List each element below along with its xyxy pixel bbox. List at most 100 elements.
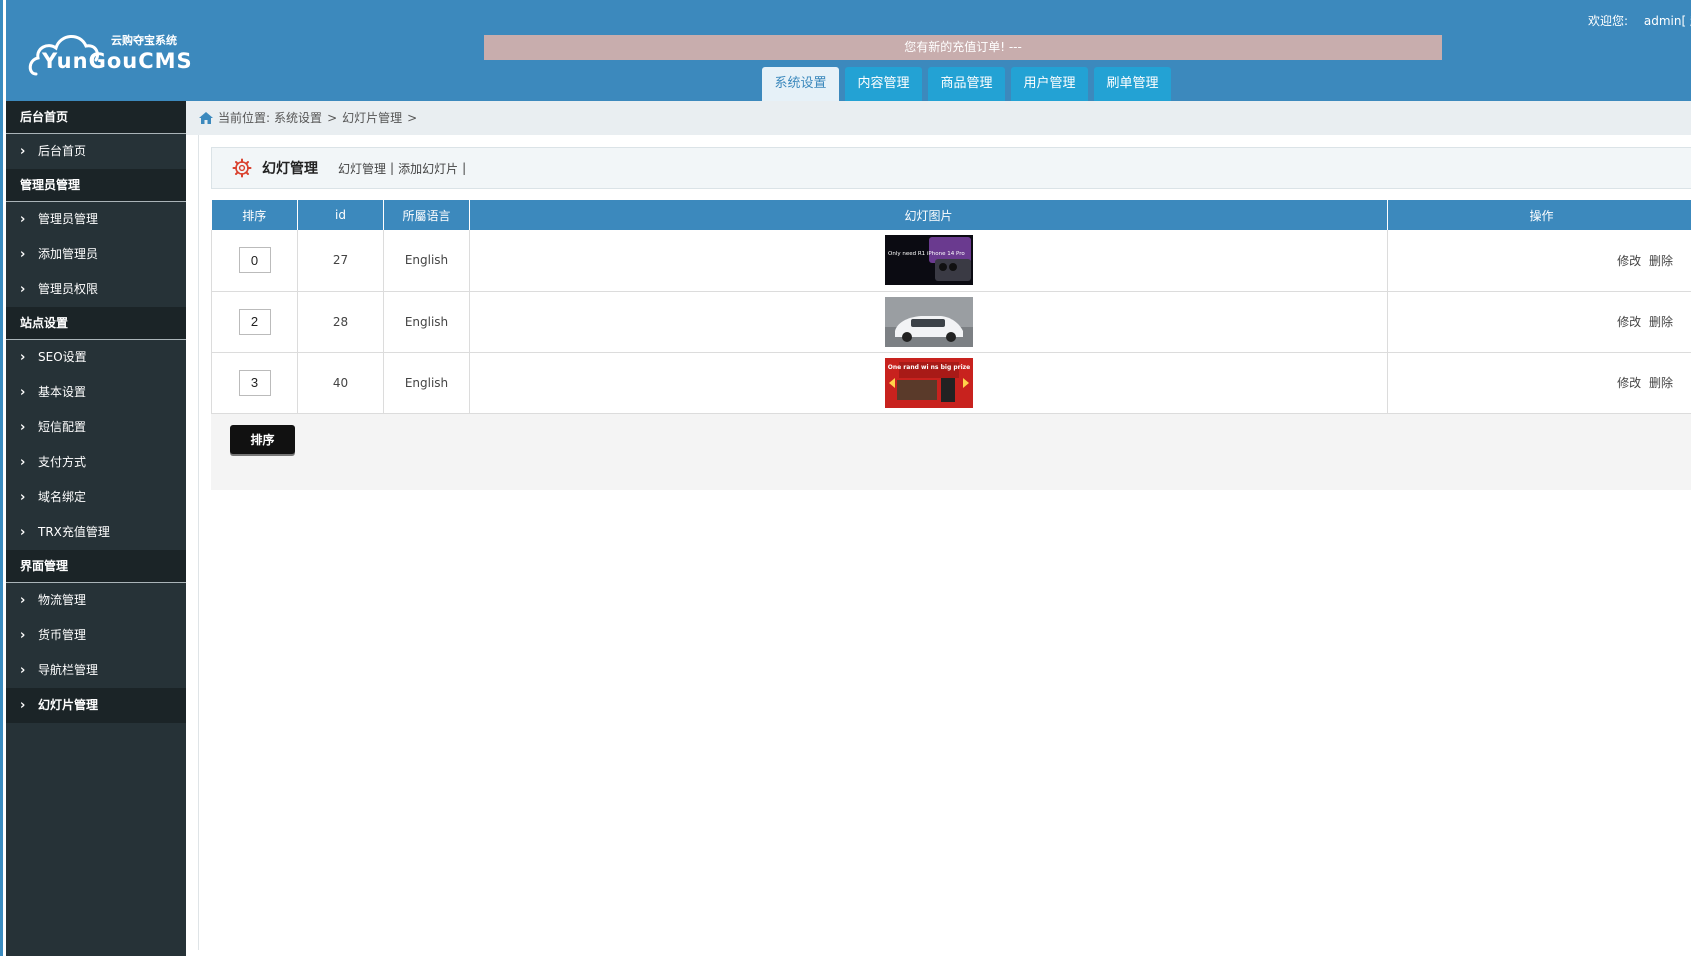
delete-link[interactable]: 删除 [1649, 315, 1673, 329]
cell-language: English [383, 352, 470, 414]
link-add-slide[interactable]: 添加幻灯片 [398, 160, 458, 177]
sidebar-group-interface[interactable]: 界面管理 [6, 550, 186, 583]
cell-order [211, 352, 298, 414]
order-input[interactable] [238, 369, 271, 396]
col-header-order: 排序 [211, 200, 298, 230]
cell-language: English [383, 291, 470, 353]
home-icon [199, 112, 213, 124]
sidebar-group-home[interactable]: 后台首页 [6, 101, 186, 134]
tab-content-management[interactable]: 内容管理 [845, 67, 922, 101]
breadcrumb: 当前位置: 系统设置 > 幻灯片管理 > [186, 101, 1691, 135]
sidebar-item-label: 后台首页 [38, 144, 87, 158]
sidebar-item-label: 支付方式 [38, 455, 87, 469]
sidebar-item-label: 幻灯片管理 [38, 698, 99, 712]
col-header-language: 所屬语言 [383, 200, 470, 230]
link-separator: | [390, 161, 395, 175]
sidebar-item-label: 管理员管理 [38, 212, 99, 226]
breadcrumb-separator: > [407, 111, 418, 125]
breadcrumb-prefix: 当前位置: [218, 111, 271, 125]
cell-id: 40 [297, 352, 384, 414]
logo[interactable]: 云购夺宝系统 YunGouCMS [28, 22, 198, 84]
logo-subtitle: 云购夺宝系统 [111, 34, 177, 47]
edit-link[interactable]: 修改 [1617, 315, 1641, 329]
edit-link[interactable]: 修改 [1617, 254, 1641, 268]
chevron-right-icon: › [20, 593, 26, 608]
sidebar-item-domain-binding[interactable]: › 域名绑定 [6, 480, 186, 515]
table-row: 28 English 修改 [211, 291, 1691, 353]
tab-order-brush-management[interactable]: 刷单管理 [1094, 67, 1171, 101]
chevron-right-icon: › [20, 247, 26, 262]
sidebar-item-admin-permissions[interactable]: › 管理员权限 [6, 272, 186, 307]
cell-actions: 修改 删除 [1387, 352, 1691, 414]
main-panel: 幻灯管理 幻灯管理 | 添加幻灯片 | 排序 id 所屬语言 幻灯图片 操作 0… [198, 135, 1691, 950]
chevron-right-icon: › [20, 385, 26, 400]
sidebar-item-label: 导航栏管理 [38, 663, 99, 677]
sidebar-item-trx-recharge[interactable]: › TRX充值管理 [6, 515, 186, 550]
chevron-right-icon: › [20, 144, 26, 159]
col-header-slide-image: 幻灯图片 [469, 200, 1388, 230]
link-slideshow-management[interactable]: 幻灯管理 [338, 160, 386, 177]
sidebar-item-label: SEO设置 [38, 350, 87, 364]
sidebar-item-slideshow[interactable]: › 幻灯片管理 [6, 688, 186, 723]
gear-icon [232, 158, 252, 178]
thumbnail-text: One rand wi ns big prize [887, 364, 969, 371]
cell-id: 27 [297, 230, 384, 292]
sidebar-item-currency[interactable]: › 货币管理 [6, 618, 186, 653]
sidebar-item-seo[interactable]: › SEO设置 [6, 340, 186, 375]
recharge-notice[interactable]: 您有新的充值订单! --- [484, 35, 1442, 60]
chevron-right-icon: › [20, 350, 26, 365]
app-frame: 云购夺宝系统 YunGouCMS 您有新的充值订单! --- 欢迎您: admi… [0, 0, 1691, 956]
sidebar-item-payment[interactable]: › 支付方式 [6, 445, 186, 480]
breadcrumb-item[interactable]: 幻灯片管理 [342, 101, 402, 135]
current-user[interactable]: admin[ 超 [1644, 14, 1691, 28]
top-nav: 系统设置 内容管理 商品管理 用户管理 刷单管理 [762, 67, 1177, 101]
breadcrumb-item[interactable]: 系统设置 [274, 101, 322, 135]
panel-titlebar: 幻灯管理 幻灯管理 | 添加幻灯片 | [211, 147, 1691, 189]
welcome-label: 欢迎您: [1588, 14, 1629, 28]
sidebar-item-label: 域名绑定 [38, 490, 87, 504]
link-separator: | [462, 161, 467, 175]
table-footer: 排序 [211, 414, 1691, 490]
panel-title: 幻灯管理 [262, 161, 318, 177]
chevron-right-icon: › [20, 212, 26, 227]
sidebar-item-basic-settings[interactable]: › 基本设置 [6, 375, 186, 410]
cell-order [211, 230, 298, 292]
tab-product-management[interactable]: 商品管理 [928, 67, 1005, 101]
tab-system-settings[interactable]: 系统设置 [762, 67, 839, 101]
sidebar-item-home[interactable]: › 后台首页 [6, 134, 186, 169]
sidebar-group-site-settings[interactable]: 站点设置 [6, 307, 186, 340]
sidebar-item-add-admin[interactable]: › 添加管理员 [6, 237, 186, 272]
sidebar-item-sms-config[interactable]: › 短信配置 [6, 410, 186, 445]
sidebar-item-label: 短信配置 [38, 420, 87, 434]
col-header-actions: 操作 [1387, 200, 1691, 230]
cell-image: One rand wi ns big prize [469, 352, 1388, 414]
chevron-right-icon: › [20, 282, 26, 297]
sidebar-item-admin-management[interactable]: › 管理员管理 [6, 202, 186, 237]
slides-table-wrap: 排序 id 所屬语言 幻灯图片 操作 27 English [211, 200, 1691, 414]
chevron-right-icon: › [20, 420, 26, 435]
order-input[interactable] [238, 247, 271, 274]
sidebar: 后台首页 › 后台首页 管理员管理 › 管理员管理 › 添加管理员 › 管理员权… [6, 101, 186, 956]
delete-link[interactable]: 删除 [1649, 254, 1673, 268]
slide-thumbnail-prize[interactable]: One rand wi ns big prize [884, 357, 973, 408]
sidebar-item-logistics[interactable]: › 物流管理 [6, 583, 186, 618]
cell-order [211, 291, 298, 353]
chevron-right-icon: › [20, 698, 26, 713]
sidebar-group-admin[interactable]: 管理员管理 [6, 169, 186, 202]
order-input[interactable] [238, 308, 271, 335]
delete-link[interactable]: 删除 [1649, 376, 1673, 390]
edit-link[interactable]: 修改 [1617, 376, 1641, 390]
sidebar-item-label: 添加管理员 [38, 247, 99, 261]
cell-id: 28 [297, 291, 384, 353]
sidebar-item-label: 货币管理 [38, 628, 87, 642]
sort-button[interactable]: 排序 [230, 425, 295, 454]
tab-user-management[interactable]: 用户管理 [1011, 67, 1088, 101]
slide-thumbnail-iphone[interactable]: Only need R1 iPhone 14 Pro [884, 235, 973, 286]
sidebar-item-label: 管理员权限 [38, 282, 99, 296]
table-header-row: 排序 id 所屬语言 幻灯图片 操作 [211, 200, 1691, 230]
table-row: 40 English One rand wi ns big prize [211, 352, 1691, 414]
slide-thumbnail-car[interactable] [884, 296, 973, 347]
chevron-right-icon: › [20, 455, 26, 470]
sidebar-item-navbar[interactable]: › 导航栏管理 [6, 653, 186, 688]
cell-actions: 修改 删除 [1387, 291, 1691, 353]
